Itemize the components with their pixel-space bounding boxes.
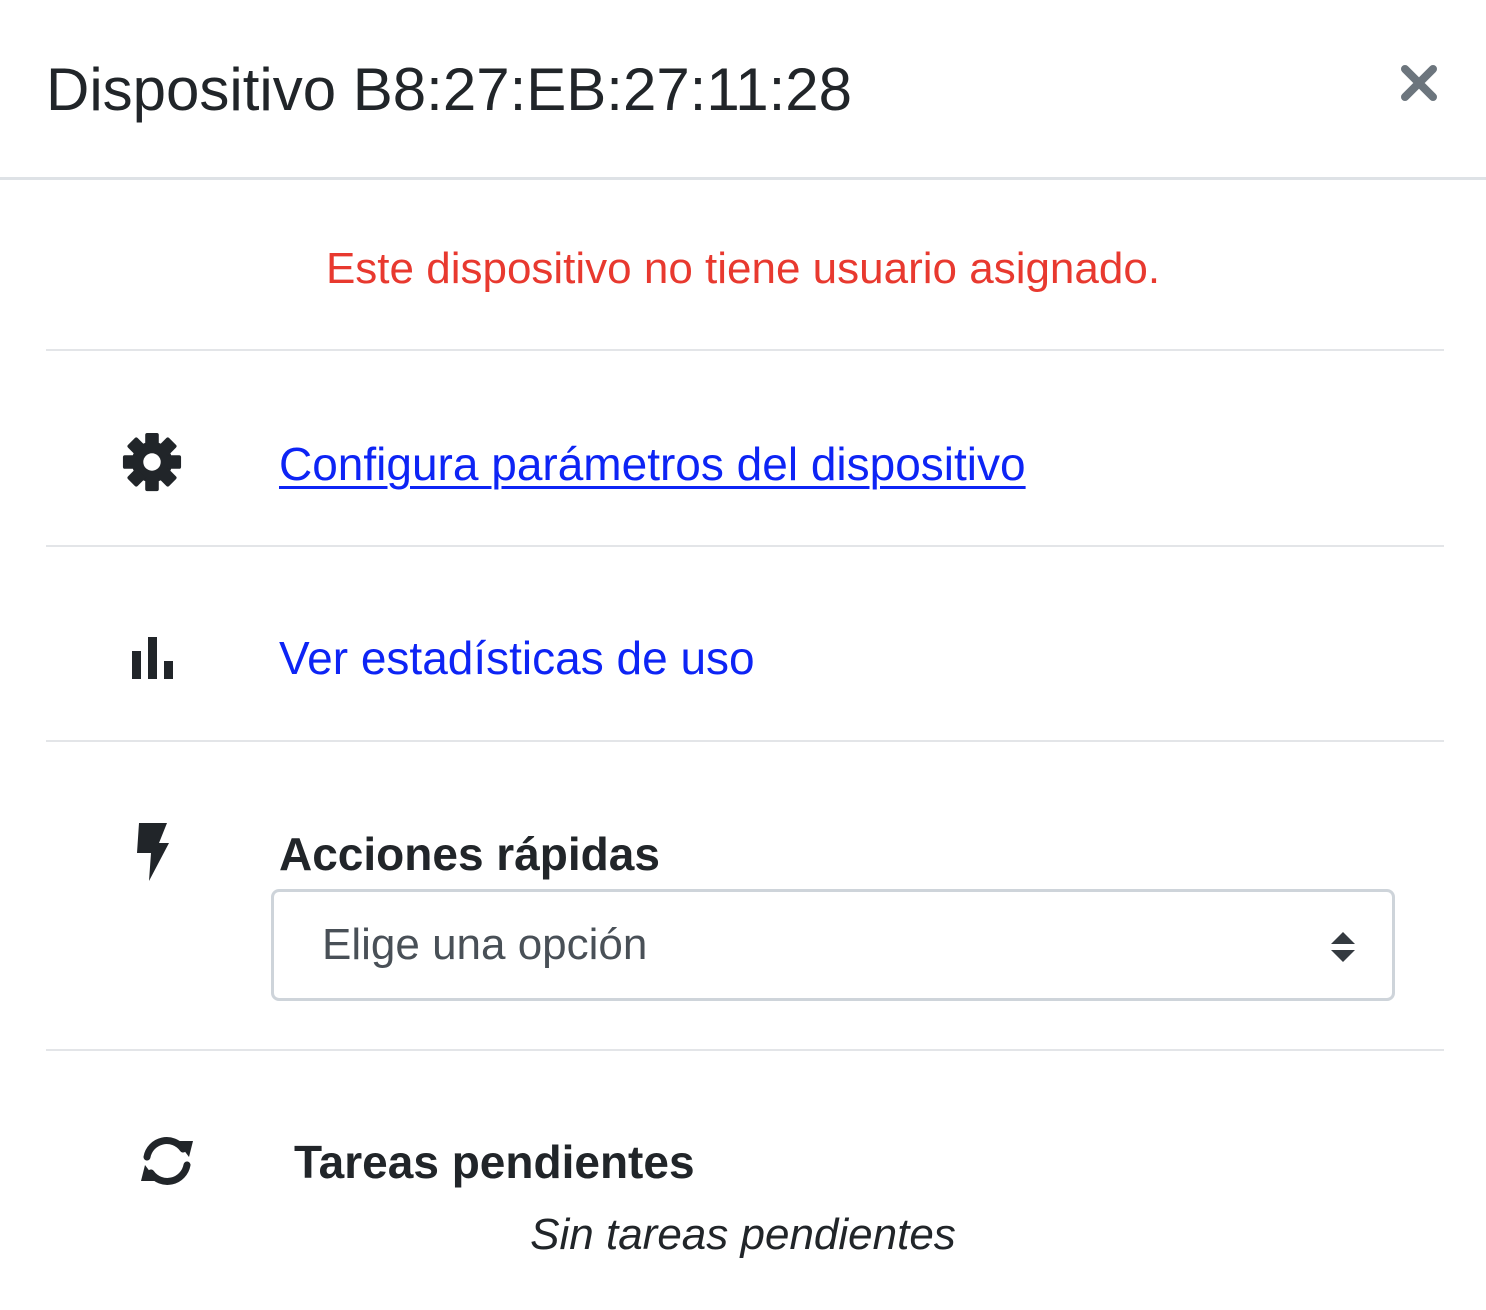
sync-icon-wrap [132, 1130, 202, 1192]
divider [46, 349, 1444, 351]
divider [46, 1049, 1444, 1051]
sync-icon [141, 1137, 193, 1185]
gear-icon-wrap [120, 430, 184, 494]
divider [46, 740, 1444, 742]
quick-actions-label: Acciones rápidas [279, 828, 660, 880]
gear-icon [122, 432, 182, 492]
modal-header: Dispositivo B8:27:EB:27:11:28 [0, 0, 1486, 180]
quick-actions-select[interactable]: Elige una opción [271, 889, 1395, 1001]
bolt-icon-wrap [132, 820, 172, 884]
bar-chart-icon [132, 637, 173, 679]
modal-title: Dispositivo B8:27:EB:27:11:28 [46, 56, 853, 123]
divider [46, 545, 1444, 547]
close-button[interactable] [1394, 58, 1444, 108]
select-value: Elige una opción [322, 920, 648, 969]
close-icon [1401, 65, 1437, 101]
no-user-warning: Este dispositivo no tiene usuario asigna… [325, 244, 1161, 293]
configure-device-link[interactable]: Configura parámetros del dispositivo [279, 435, 1026, 493]
pending-tasks-label: Tareas pendientes [294, 1136, 695, 1188]
bolt-icon [137, 823, 169, 881]
no-pending-tasks-text: Sin tareas pendientes [530, 1210, 956, 1259]
usage-stats-link[interactable]: Ver estadísticas de uso [279, 629, 755, 687]
bar-chart-icon-wrap [126, 636, 178, 680]
chevron-up-down-icon [1331, 932, 1355, 962]
